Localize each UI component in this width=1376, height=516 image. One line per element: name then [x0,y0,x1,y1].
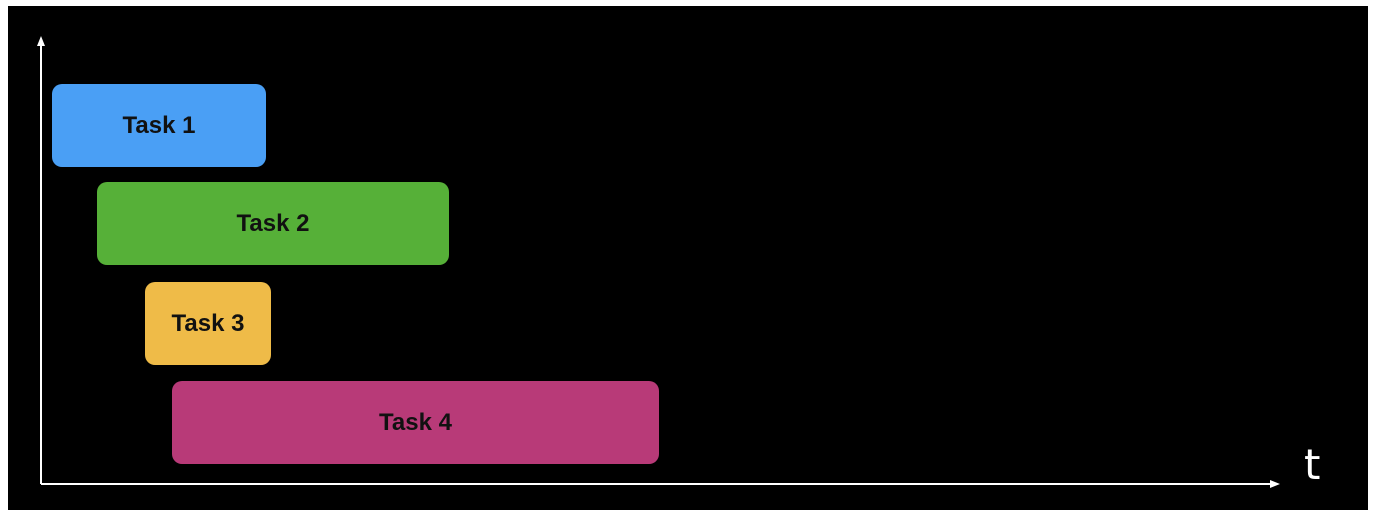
y-axis-arrowhead [37,36,45,46]
diagram-canvas: Task 1 Task 2 Task 3 Task 4 t [8,6,1368,510]
task-2-label: Task 2 [236,209,310,237]
task-1-bar: Task 1 [52,84,266,167]
x-axis-arrowhead [1270,480,1280,488]
x-axis-label: t [1304,440,1321,489]
task-1-label: Task 1 [122,111,196,139]
task-3-bar: Task 3 [145,282,271,365]
task-4-bar: Task 4 [172,381,659,464]
task-4-label: Task 4 [379,408,452,436]
task-2-bar: Task 2 [97,182,449,265]
task-3-label: Task 3 [171,309,245,337]
